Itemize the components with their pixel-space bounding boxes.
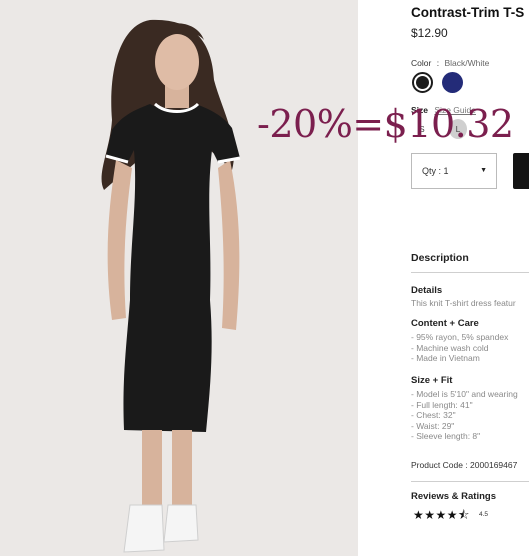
- list-item: - Made in Vietnam: [411, 353, 480, 364]
- add-to-bag-button[interactable]: [513, 153, 529, 189]
- content-care-list: - 95% rayon, 5% spandex - Machine wash c…: [411, 332, 508, 364]
- product-price: $12.90: [411, 26, 448, 40]
- details-heading: Details: [411, 285, 443, 296]
- product-title: Contrast-Trim T-S: [411, 5, 525, 20]
- list-item: - Machine wash cold: [411, 342, 489, 353]
- chevron-down-icon: ▼: [480, 167, 487, 174]
- color-separator: :: [436, 58, 440, 68]
- star-rating-icon: ★★★★⯪: [413, 508, 470, 522]
- divider: [411, 481, 529, 482]
- list-item: - Full length: 41": [411, 399, 473, 410]
- list-item: - Waist: 29": [411, 420, 455, 431]
- list-item: - Model is 5'10" and wearing: [411, 389, 518, 399]
- size-fit-list: - Model is 5'10" and wearing - Full leng…: [411, 389, 518, 442]
- color-swatch-navy[interactable]: [442, 72, 463, 93]
- color-label: Color: [411, 58, 432, 68]
- list-item: - Sleeve length: 8": [411, 431, 481, 442]
- content-care-heading: Content + Care: [411, 318, 479, 329]
- reviews-heading[interactable]: Reviews & Ratings: [411, 491, 496, 502]
- list-item: - Chest: 32": [411, 410, 456, 421]
- model-illustration: [101, 19, 241, 553]
- color-row: Color : Black/White: [411, 58, 489, 68]
- product-image[interactable]: [0, 0, 358, 556]
- quantity-label: Qty : 1: [422, 166, 449, 176]
- rating-value: 4.5: [479, 511, 489, 518]
- product-code: Product Code : 2000169467: [411, 460, 518, 470]
- product-details-panel: Contrast-Trim T-S $12.90 Color : Black/W…: [411, 0, 529, 556]
- color-value: Black/White: [444, 58, 490, 68]
- divider: [411, 272, 529, 273]
- discount-overlay: -20%=$10.32: [257, 102, 514, 146]
- quantity-select[interactable]: Qty : 1 ▼: [411, 153, 497, 189]
- color-swatch-black[interactable]: [412, 72, 433, 93]
- size-fit-heading: Size + Fit: [411, 375, 453, 386]
- description-heading[interactable]: Description: [411, 252, 469, 264]
- list-item: - 95% rayon, 5% spandex: [411, 332, 509, 342]
- details-text: This knit T-shirt dress featur: [411, 298, 516, 308]
